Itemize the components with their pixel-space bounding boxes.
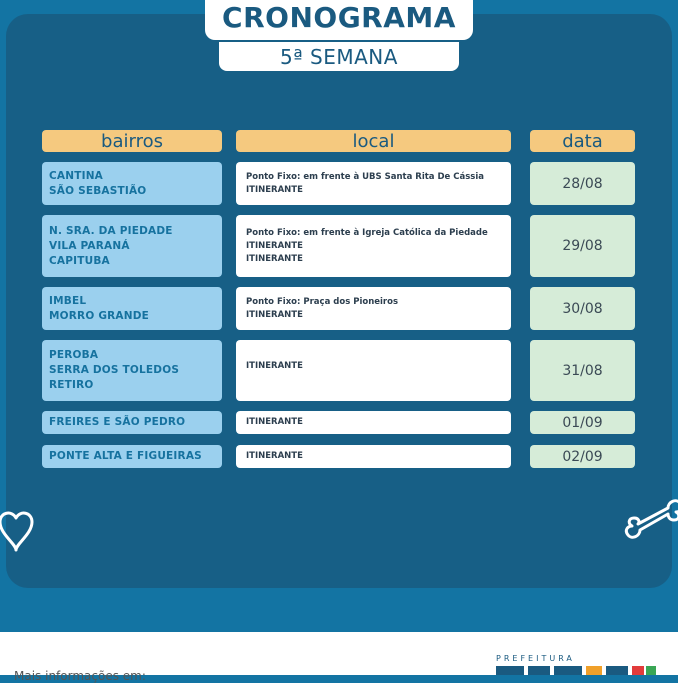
table-row-bairros: CANTINA SÃO SEBASTIÃO bbox=[42, 162, 222, 205]
column-header-local: local bbox=[236, 130, 511, 152]
table-row-local: Ponto Fixo: em frente à UBS Santa Rita D… bbox=[236, 162, 511, 205]
bairro-name: CANTINA bbox=[49, 169, 104, 182]
local-line: ITINERANTE bbox=[246, 451, 303, 461]
local-line: Ponto Fixo: em frente à UBS Santa Rita D… bbox=[246, 171, 485, 182]
column-header-bairros: bairros bbox=[42, 130, 222, 152]
footer-bar: Mais informações em: PREFEITURA bbox=[0, 632, 678, 683]
bairro-name: PEROBA bbox=[49, 349, 99, 361]
table-row-bairros: IMBEL MORRO GRANDE bbox=[42, 287, 222, 330]
bairro-name: SERRA DOS TOLEDOS bbox=[49, 364, 180, 376]
bone-icon bbox=[624, 499, 678, 539]
table-row-date: 31/08 bbox=[530, 340, 635, 401]
logo-prefix: PREFEITURA bbox=[496, 654, 575, 663]
table-row-local: Ponto Fixo: Praça dos Pioneiros ITINERAN… bbox=[236, 287, 511, 330]
bairro-name: FREIRES E SÃO PEDRO bbox=[49, 416, 186, 428]
bairro-name: RETIRO bbox=[49, 379, 94, 391]
page-subtitle: 5ª SEMANA bbox=[219, 42, 459, 71]
table-row-bairros: N. SRA. DA PIEDADE VILA PARANÁ CAPITUBA bbox=[42, 215, 222, 277]
table-row-date: 01/09 bbox=[530, 411, 635, 434]
bairro-name: MORRO GRANDE bbox=[49, 309, 150, 322]
table-row-date: 28/08 bbox=[530, 162, 635, 205]
prefeitura-logo bbox=[496, 666, 656, 675]
bairro-name: SÃO SEBASTIÃO bbox=[49, 184, 147, 197]
bairro-name: PONTE ALTA E FIGUEIRAS bbox=[49, 450, 202, 462]
table-row-local: ITINERANTE bbox=[236, 340, 511, 401]
table-row-date: 29/08 bbox=[530, 215, 635, 277]
table-row-date: 02/09 bbox=[530, 445, 635, 468]
local-line: ITINERANTE bbox=[246, 240, 303, 251]
local-line: ITINERANTE bbox=[246, 184, 303, 195]
bairro-name: IMBEL bbox=[49, 294, 87, 307]
table-row-date: 30/08 bbox=[530, 287, 635, 330]
local-line: ITINERANTE bbox=[246, 361, 303, 371]
table-row-bairros: PEROBA SERRA DOS TOLEDOS RETIRO bbox=[42, 340, 222, 401]
column-header-data: data bbox=[530, 130, 635, 152]
local-line: ITINERANTE bbox=[246, 309, 303, 320]
table-row-bairros: FREIRES E SÃO PEDRO bbox=[42, 411, 222, 434]
local-line: ITINERANTE bbox=[246, 417, 303, 427]
bairro-name: VILA PARANÁ bbox=[49, 239, 130, 252]
bairro-name: CAPITUBA bbox=[49, 254, 110, 267]
heart-icon bbox=[0, 511, 34, 552]
table-row-local: Ponto Fixo: em frente à Igreja Católica … bbox=[236, 215, 511, 277]
page-title: CRONOGRAMA bbox=[205, 0, 473, 40]
table-row-local: ITINERANTE bbox=[236, 411, 511, 434]
table-row-local: ITINERANTE bbox=[236, 445, 511, 468]
local-line: ITINERANTE bbox=[246, 253, 303, 264]
local-line: Ponto Fixo: Praça dos Pioneiros bbox=[246, 296, 399, 307]
table-row-bairros: PONTE ALTA E FIGUEIRAS bbox=[42, 445, 222, 468]
local-line: Ponto Fixo: em frente à Igreja Católica … bbox=[246, 227, 488, 238]
bairro-name: N. SRA. DA PIEDADE bbox=[49, 224, 173, 237]
footer-info-text: Mais informações em: bbox=[14, 669, 146, 683]
